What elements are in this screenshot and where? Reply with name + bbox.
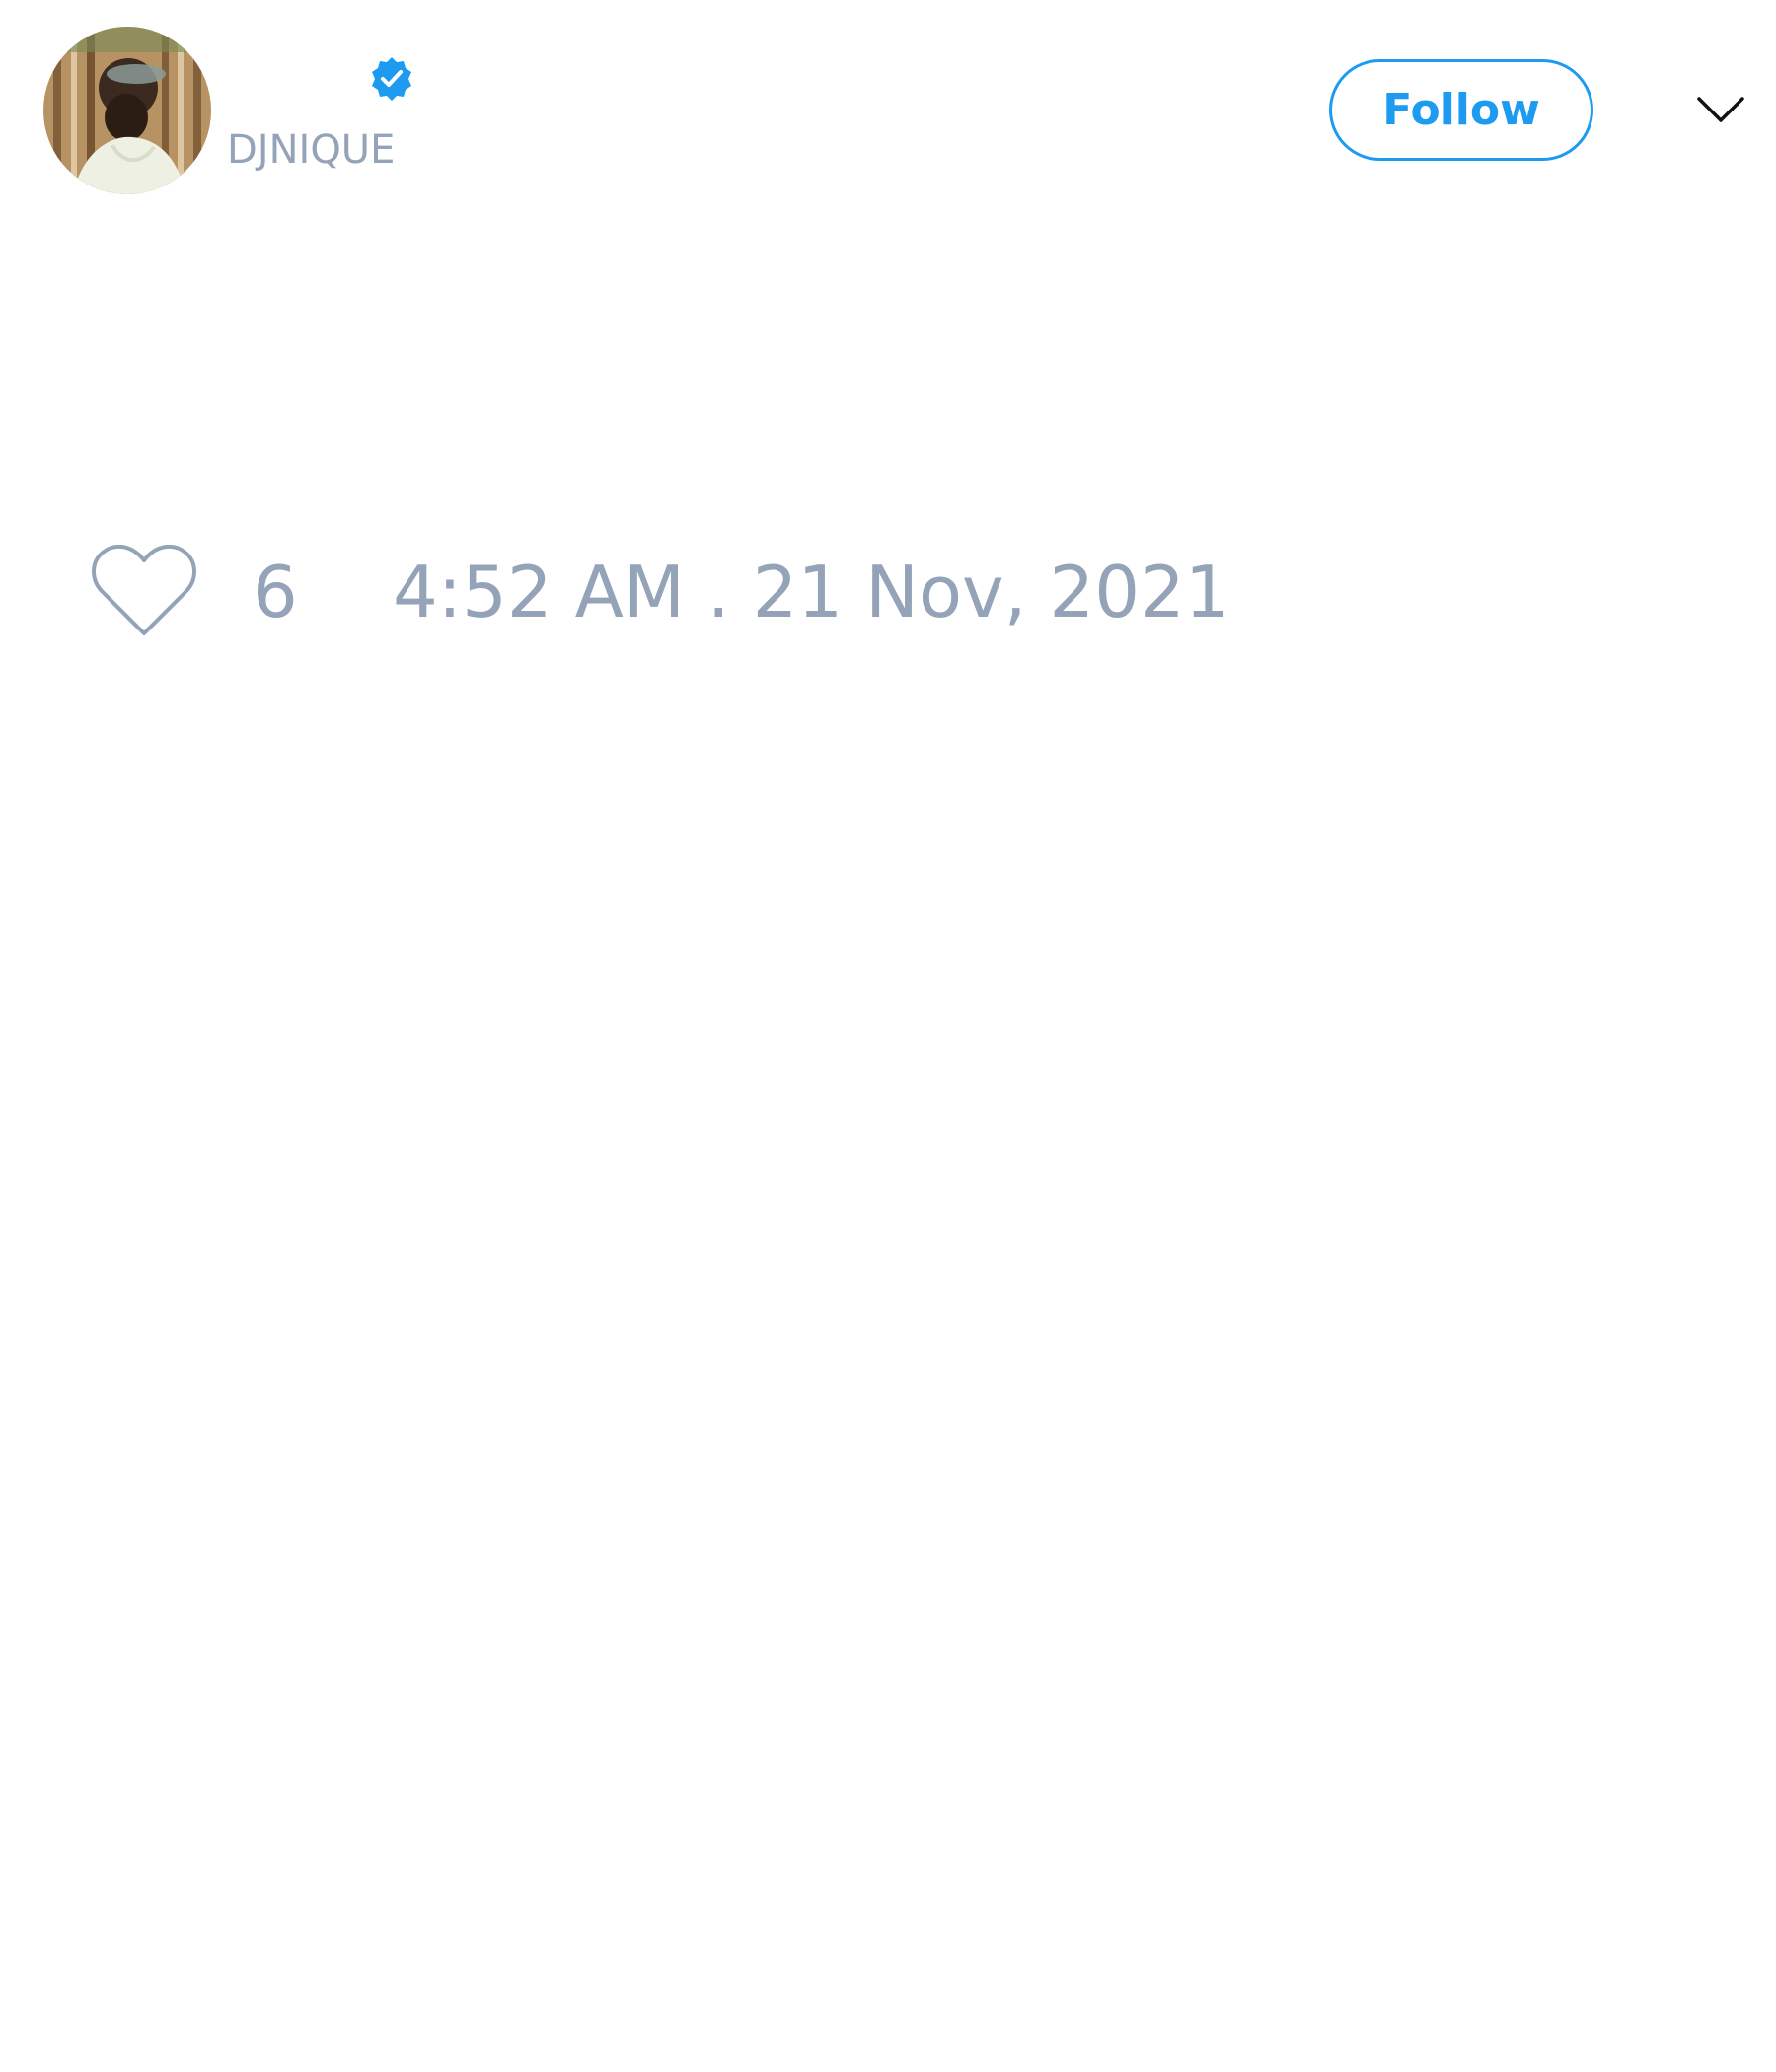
avatar[interactable]	[43, 27, 211, 194]
tweet-card: DJNIQUE Follow 6 4:52 AM . 21 Nov, 2021	[0, 0, 1776, 2072]
tweet-timestamp[interactable]: 4:52 AM . 21 Nov, 2021	[393, 551, 1230, 633]
verified-badge-icon	[368, 55, 415, 103]
avatar-photo	[43, 27, 211, 194]
chevron-down-icon[interactable]	[1695, 89, 1746, 128]
heart-icon[interactable]	[89, 543, 199, 641]
like-count: 6	[253, 551, 298, 633]
follow-button[interactable]: Follow	[1329, 59, 1593, 161]
author-handle[interactable]: DJNIQUE	[227, 126, 395, 174]
